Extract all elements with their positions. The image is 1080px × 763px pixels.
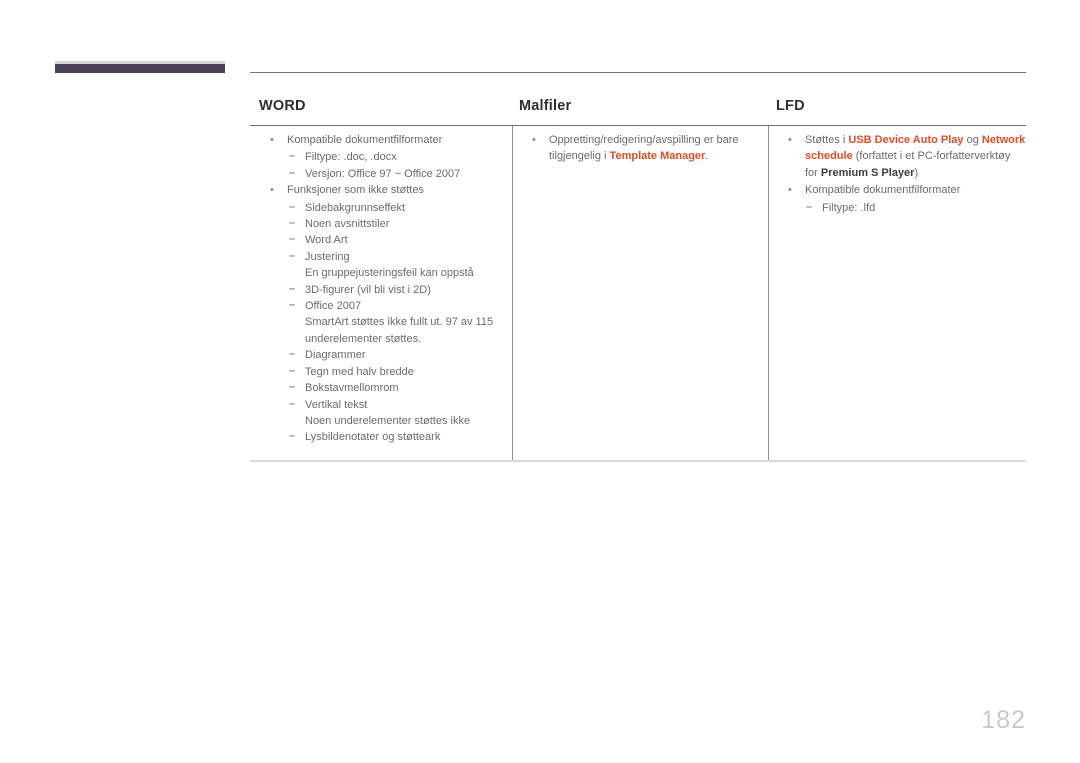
list-item: – Filtype: .doc, .docx	[250, 149, 512, 165]
list-item: • Oppretting/redigering/avspilling er bar…	[513, 132, 768, 165]
chapter-marker-bar	[55, 61, 225, 73]
list-item: • Funksjoner som ikke støttes	[250, 182, 512, 198]
list-item: – Filtype: .lfd	[769, 200, 1026, 216]
dash-icon: –	[289, 217, 296, 230]
list-item: En gruppejusteringsfeil kan oppstå	[250, 265, 512, 281]
dash-icon: –	[289, 299, 296, 312]
bullet-icon: •	[532, 134, 536, 146]
table-header-row: WORD Malfiler LFD	[250, 98, 1026, 114]
table-body: • Kompatible dokumentfilformater – Filtype:…	[250, 126, 1026, 461]
text-run: )	[914, 166, 919, 179]
dash-icon: –	[289, 397, 296, 410]
list-item: – Versjon: Office 97 ~ Office 2007	[250, 166, 512, 182]
column-header-malfiler: Malfiler	[519, 98, 572, 114]
list-item-label: Funksjoner som ikke støttes	[287, 184, 424, 197]
list-item: – Noen avsnittstiler	[250, 216, 512, 232]
list-item-label: Noen avsnittstiler	[305, 218, 390, 231]
list-item-label: Støttes i USB Device Auto Play og Networ…	[805, 134, 1025, 179]
dash-icon: –	[289, 233, 296, 246]
list-item: – Office 2007	[250, 298, 512, 314]
list-item: – Tegn med halv bredde	[250, 364, 512, 380]
dash-icon: –	[289, 150, 296, 163]
list-item: – Lysbildenotater og støtteark	[250, 429, 512, 445]
accent-term: Template Manager	[609, 150, 706, 163]
list-item-label: Oppretting/redigering/avspilling er bare…	[549, 134, 739, 162]
page-number: 182	[981, 706, 1026, 734]
dash-icon: –	[289, 249, 296, 262]
dash-icon: –	[289, 430, 296, 443]
list-item-label: Filtype: .lfd	[822, 201, 876, 214]
list-item-label: Justering	[305, 250, 350, 263]
text-run: og	[963, 134, 982, 146]
list-item: – Justering	[250, 249, 512, 265]
chapter-bar-fill	[55, 64, 225, 73]
bold-term: Premium S Player	[820, 166, 915, 179]
list-item-label: Lysbildenotater og støtteark	[305, 431, 441, 444]
list-item: – Sidebakgrunnseffekt	[250, 200, 512, 216]
list-item: SmartArt støttes ikke fullt ut. 97 av 11…	[250, 314, 512, 347]
list-item: Noen underelementer støttes ikke	[250, 413, 512, 429]
malfiler-feature-list: • Oppretting/redigering/avspilling er bar…	[513, 132, 768, 165]
accent-term: USB Device Auto Play	[848, 134, 964, 146]
list-item-label: Vertikal tekst	[305, 398, 368, 411]
list-item-label: Office 2007	[305, 300, 362, 313]
bullet-icon: •	[788, 134, 792, 146]
list-item-label: En gruppejusteringsfeil kan oppstå	[305, 267, 474, 280]
list-item-label: 3D-figurer (vil bli vist i 2D)	[305, 283, 431, 296]
table-column-malfiler: • Oppretting/redigering/avspilling er bar…	[512, 126, 768, 461]
list-item-label: Kompatible dokumentfilformater	[805, 184, 961, 197]
bullet-icon: •	[270, 184, 274, 197]
text-run: Støttes i	[805, 134, 849, 146]
dash-icon: –	[289, 282, 296, 295]
list-item-label: Tegn med halv bredde	[305, 365, 414, 378]
dash-icon: –	[289, 381, 296, 394]
word-feature-list: • Kompatible dokumentfilformater – Filtype:…	[250, 132, 512, 446]
list-item-label: Noen underelementer støttes ikke	[305, 414, 471, 427]
list-item: – Bokstavmellomrom	[250, 380, 512, 396]
list-item: – Diagrammer	[250, 347, 512, 363]
list-item-label: SmartArt støttes ikke fullt ut. 97 av 11…	[305, 316, 494, 345]
list-item: • Kompatible dokumentfilformater	[769, 182, 1026, 198]
list-item: • Støttes i USB Device Auto Play og Netwo…	[769, 132, 1026, 181]
column-header-lfd: LFD	[776, 98, 805, 114]
list-item: –3D-figurer (vil bli vist i 2D)	[250, 282, 512, 298]
table-column-lfd: • Støttes i USB Device Auto Play og Netwo…	[768, 126, 1026, 461]
text-run: .	[705, 150, 709, 163]
list-item-label: Filtype: .doc, .docx	[305, 151, 397, 164]
top-rule	[250, 72, 1026, 73]
lfd-feature-list: • Støttes i USB Device Auto Play og Netwo…	[769, 132, 1026, 216]
dash-icon: –	[289, 166, 296, 179]
bullet-icon: •	[788, 184, 792, 197]
list-item-label: Word Art	[305, 234, 348, 247]
list-item-label: Bokstavmellomrom	[305, 382, 399, 395]
dash-icon: –	[289, 200, 296, 213]
list-item: – Vertikal tekst	[250, 397, 512, 413]
list-item-label: Sidebakgrunnseffekt	[305, 201, 406, 214]
column-header-word: WORD	[259, 98, 306, 114]
dash-icon: –	[289, 348, 296, 361]
list-item: • Kompatible dokumentfilformater	[250, 132, 512, 148]
dash-icon: –	[806, 200, 813, 213]
dash-icon: –	[289, 364, 296, 377]
list-item-label: Kompatible dokumentfilformater	[287, 134, 443, 146]
table-column-word: • Kompatible dokumentfilformater – Filtype:…	[250, 126, 512, 461]
list-item-label: Versjon: Office 97 ~ Office 2007	[305, 167, 461, 180]
bottom-rule	[250, 460, 1026, 462]
list-item-label: Diagrammer	[305, 349, 366, 362]
list-item: – Word Art	[250, 232, 512, 248]
bullet-icon: •	[270, 134, 274, 146]
